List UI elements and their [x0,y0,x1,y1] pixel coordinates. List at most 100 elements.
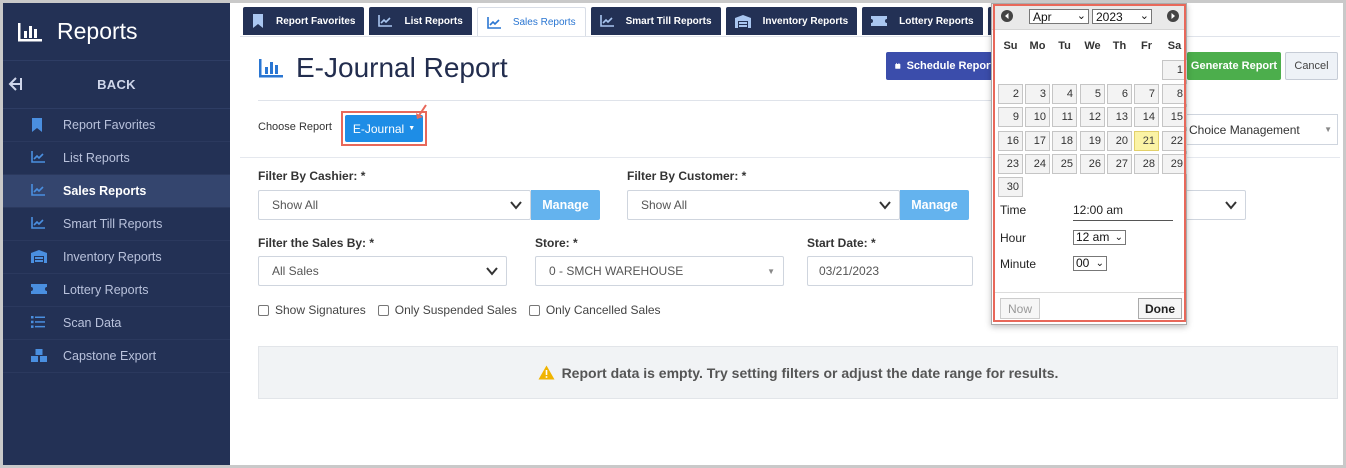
calendar-day[interactable]: 4 [1052,84,1077,104]
sidebar-item-sales-reports[interactable]: Sales Reports [3,175,230,208]
sidebar-item-smart-till-reports[interactable]: Smart Till Reports [3,208,230,241]
bar-chart-icon [18,22,42,41]
bookmark-icon [252,14,270,28]
tab-label: Sales Reports [512,17,576,28]
calendar-day[interactable]: 29 [1162,154,1187,174]
hour-value: 12 am [1076,230,1110,244]
chevron-down-icon: ⌄ [1114,232,1123,243]
tab-label: Smart Till Reports [625,15,712,27]
schedule-report-button[interactable]: Schedule Report [886,52,994,80]
checkbox-only-cancelled-sales[interactable]: Only Cancelled Sales [528,303,661,317]
calendar-day[interactable]: 9 [998,107,1023,127]
minute-label: Minute [1000,257,1037,271]
checkbox-box[interactable] [377,304,389,316]
report-type-label: E-Journal [352,121,405,136]
checkbox-show-signatures[interactable]: Show Signatures [258,303,366,317]
minute-value: 00 [1076,256,1090,270]
customer-filter-select[interactable]: Show All [627,190,900,220]
calendar-day[interactable]: 22 [1162,131,1187,151]
next-month-icon[interactable] [1167,10,1179,22]
sidebar-item-scan-data[interactable]: Scan Data [3,307,230,340]
checkbox-box[interactable] [528,304,540,316]
sidebar-item-inventory-reports[interactable]: Inventory Reports [3,241,230,274]
tab-lottery-reports[interactable]: Lottery Reports [862,7,983,35]
manage-customer-button[interactable]: Manage [900,190,969,220]
calendar-day[interactable]: 28 [1134,154,1159,174]
calendar-day[interactable]: 18 [1052,131,1077,151]
calendar-day[interactable]: 10 [1025,107,1050,127]
weekday-header: We [1084,40,1101,52]
choice-management-select[interactable]: Choice Management ▼ [1185,114,1338,145]
year-select[interactable]: 2023 ⌄ [1092,9,1152,24]
warehouse-icon [734,14,757,28]
tab-inventory-reports[interactable]: Inventory Reports [725,7,858,35]
cashier-filter-select[interactable]: Show All [258,190,531,220]
calendar-day[interactable]: 8 [1162,84,1187,104]
calendar-day[interactable]: 3 [1025,84,1050,104]
calendar-day[interactable]: 20 [1107,131,1132,151]
calendar-day[interactable]: 13 [1107,107,1132,127]
manage-cashier-button[interactable]: Manage [531,190,600,220]
tab-report-favorites[interactable]: Report Favorites [243,7,365,35]
calendar-day[interactable]: 19 [1080,131,1105,151]
report-type-dropdown[interactable]: E-Journal ▼ [345,115,423,142]
chevron-down-icon: ⌄ [1076,10,1086,22]
calendar-icon [895,62,901,69]
calendar-day[interactable]: 21 [1134,131,1159,151]
calendar-day[interactable]: 16 [998,131,1023,151]
month-select[interactable]: Apr ⌄ [1029,9,1089,24]
tab-sales-reports[interactable]: Sales Reports [476,7,586,37]
calendar-day[interactable]: 15 [1162,107,1187,127]
calendar-day[interactable]: 1 [1162,60,1187,80]
prev-month-icon[interactable] [1001,10,1013,22]
store-select[interactable]: 0 - SMCH WAREHOUSE ▼ [535,256,784,286]
customer-filter-value: Show All [641,198,688,212]
sidebar: Reports BACK Report Favorites List Report… [3,3,230,465]
ticket-icon [871,15,893,27]
sidebar-item-lottery-reports[interactable]: Lottery Reports [3,274,230,307]
checkbox-only-suspended-sales[interactable]: Only Suspended Sales [377,303,517,317]
done-button[interactable]: Done [1138,298,1182,319]
sidebar-item-report-favorites[interactable]: Report Favorites [3,109,230,142]
calendar-day[interactable]: 23 [998,154,1023,174]
sidebar-item-label: Report Favorites [63,118,156,132]
hour-select[interactable]: 12 am ⌄ [1073,230,1126,245]
calendar-day[interactable]: 2 [998,84,1023,104]
calendar-day[interactable]: 27 [1107,154,1132,174]
generate-report-button[interactable]: Generate Report [1187,52,1281,80]
pointer-arrow-icon [416,104,427,119]
cashier-filter-label: Filter By Cashier: * [258,169,366,183]
tab-smart-till-reports[interactable]: Smart Till Reports [590,7,721,35]
sidebar-item-list-reports[interactable]: List Reports [3,142,230,175]
back-button[interactable]: BACK [3,61,230,109]
calendar-day[interactable]: 25 [1052,154,1077,174]
now-button[interactable]: Now [1000,298,1040,319]
bar-chart-icon [259,59,283,78]
chart-line-icon [378,15,398,27]
choose-report-label: Choose Report [258,121,332,133]
cancel-button[interactable]: Cancel [1285,52,1338,80]
start-date-input[interactable]: 03/21/2023 [807,256,973,286]
calendar-day[interactable]: 30 [998,177,1023,197]
sidebar-title: Reports [57,18,138,44]
calendar-day[interactable]: 11 [1052,107,1077,127]
minute-select[interactable]: 00 ⌄ [1073,256,1107,271]
sales-by-label: Filter the Sales By: * [258,236,375,250]
sidebar-item-capstone-export[interactable]: Capstone Export [3,340,230,373]
tab-list-reports[interactable]: List Reports [369,7,472,35]
warning-icon [538,365,555,380]
month-value: Apr [1033,9,1052,24]
calendar-day[interactable]: 7 [1134,84,1159,104]
checkbox-label: Show Signatures [275,303,366,317]
calendar-day[interactable]: 24 [1025,154,1050,174]
extra-filter-select[interactable] [1185,190,1246,220]
calendar-day[interactable]: 5 [1080,84,1105,104]
calendar-day[interactable]: 26 [1080,154,1105,174]
calendar-day[interactable]: 12 [1080,107,1105,127]
sidebar-item-label: Scan Data [63,316,122,330]
calendar-day[interactable]: 14 [1134,107,1159,127]
calendar-day[interactable]: 6 [1107,84,1132,104]
calendar-day[interactable]: 17 [1025,131,1050,151]
checkbox-box[interactable] [258,304,269,316]
sales-by-select[interactable]: All Sales [258,256,507,286]
